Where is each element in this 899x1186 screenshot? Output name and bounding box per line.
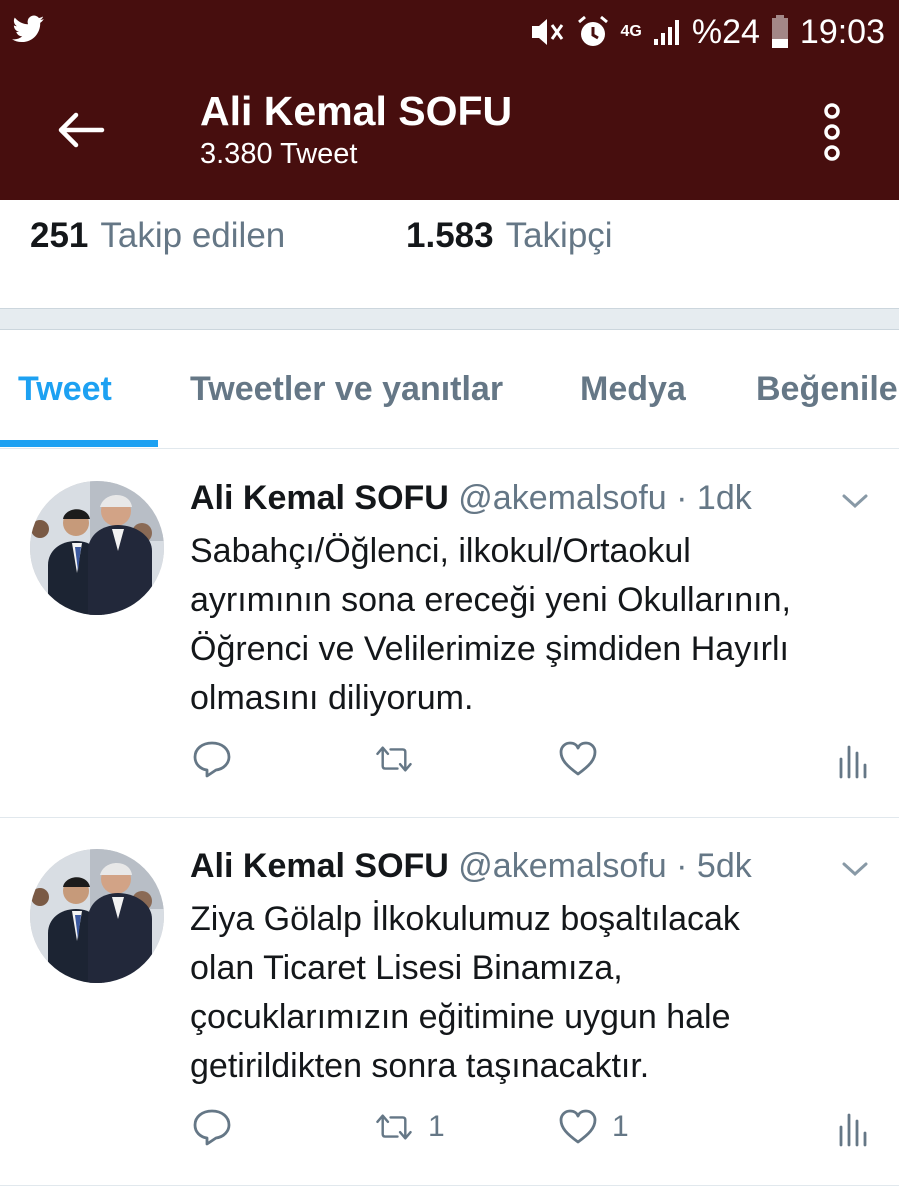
following-link[interactable]: 251 Takip edilen bbox=[30, 216, 285, 256]
battery-icon bbox=[771, 15, 788, 48]
tweet-text: Ziya Gölalp İlkokulumuz boşaltılacak ola… bbox=[190, 895, 870, 1091]
tweet-header: Ali Kemal SOFU @akemalsofu · 5dk bbox=[190, 847, 752, 886]
tweet-header: Ali Kemal SOFU @akemalsofu · 1dk bbox=[190, 479, 752, 518]
tweet-text-line: çocuklarımızın eğitimine uygun hale bbox=[190, 998, 731, 1036]
more-options-icon[interactable] bbox=[817, 102, 847, 162]
tab-tweets-and-replies[interactable]: Tweetler ve yanıtlar bbox=[190, 370, 503, 409]
tweet-text: Sabahçı/Öğlenci, ilkokul/Ortaokul ayrımı… bbox=[190, 527, 870, 723]
tweet-timestamp[interactable]: · 1dk bbox=[676, 479, 752, 517]
tweet-text-line: olmasını diliyorum. bbox=[190, 679, 474, 717]
analytics-button[interactable] bbox=[832, 739, 872, 779]
heart-icon bbox=[559, 1109, 597, 1144]
retweet-button[interactable]: 1 bbox=[374, 1107, 445, 1147]
tweet-author-handle[interactable]: @akemalsofu bbox=[458, 847, 666, 885]
retweet-icon bbox=[376, 746, 412, 772]
analytics-button[interactable] bbox=[832, 1107, 872, 1147]
tweet-author-name[interactable]: Ali Kemal SOFU bbox=[190, 847, 449, 885]
network-type: 4G bbox=[620, 23, 642, 40]
profile-header: Ali Kemal SOFU 3.380 Tweet bbox=[0, 66, 899, 200]
reply-button[interactable] bbox=[192, 739, 232, 779]
status-bar: 4G %24 19:03 bbox=[0, 0, 899, 66]
heart-icon bbox=[559, 741, 597, 776]
tweet-count: 3.380 Tweet bbox=[200, 138, 358, 170]
tweet-text-line: Öğrenci ve Velilerimize şimdiden Hayırlı bbox=[190, 630, 789, 668]
tweet-actions: 1 1 bbox=[0, 1107, 899, 1157]
reply-button[interactable] bbox=[192, 1107, 232, 1147]
tweet-author-handle[interactable]: @akemalsofu bbox=[458, 479, 666, 517]
tweet-actions bbox=[0, 739, 899, 789]
retweet-button[interactable] bbox=[374, 739, 428, 779]
tweet-author-name[interactable]: Ali Kemal SOFU bbox=[190, 479, 449, 517]
tweet-text-line: Ziya Gölalp İlkokulumuz boşaltılacak bbox=[190, 900, 740, 938]
following-label: Takip edilen bbox=[100, 216, 286, 255]
tab-media[interactable]: Medya bbox=[580, 370, 686, 409]
tweet-text-line: olan Ticaret Lisesi Binamıza, bbox=[190, 949, 623, 987]
avatar[interactable] bbox=[30, 481, 164, 615]
like-button[interactable] bbox=[558, 739, 612, 779]
alarm-icon bbox=[577, 15, 608, 46]
mute-icon bbox=[531, 19, 563, 45]
retweet-icon bbox=[376, 1114, 412, 1140]
reply-icon bbox=[193, 1109, 231, 1146]
back-arrow-icon[interactable] bbox=[52, 110, 108, 150]
active-tab-indicator bbox=[0, 440, 158, 447]
tab-tweets[interactable]: Tweet bbox=[18, 370, 112, 409]
tweet-text-line: Sabahçı/Öğlenci, ilkokul/Ortaokul bbox=[190, 532, 691, 570]
following-count: 251 bbox=[30, 216, 89, 255]
profile-tabs: Tweet Tweetler ve yanıtlar Medya Beğenil… bbox=[0, 330, 899, 449]
chevron-down-icon[interactable] bbox=[841, 859, 869, 879]
analytics-icon bbox=[839, 745, 867, 779]
reply-icon bbox=[193, 741, 231, 778]
followers-count: 1.583 bbox=[406, 216, 494, 255]
tab-likes[interactable]: Beğenile bbox=[756, 370, 898, 409]
chevron-down-icon[interactable] bbox=[841, 491, 869, 511]
twitter-bird-icon bbox=[12, 15, 44, 43]
signal-icon bbox=[653, 20, 679, 45]
like-count: 1 bbox=[612, 1110, 629, 1143]
tweet-item[interactable]: Ali Kemal SOFU @akemalsofu · 5dk Ziya Gö… bbox=[0, 817, 899, 1186]
clock-time: 19:03 bbox=[799, 12, 885, 51]
tweet-item[interactable]: Ali Kemal SOFU @akemalsofu · 1dk Sabahçı… bbox=[0, 449, 899, 818]
tweet-text-line: ayrımının sona ereceği yeni Okullarının, bbox=[190, 581, 791, 619]
tweet-text-line: getirildikten sonra taşınacaktır. bbox=[190, 1047, 650, 1085]
tweet-timestamp[interactable]: · 5dk bbox=[676, 847, 752, 885]
followers-link[interactable]: 1.583 Takipçi bbox=[406, 216, 613, 256]
follow-stats: 251 Takip edilen 1.583 Takipçi bbox=[0, 200, 899, 308]
avatar[interactable] bbox=[30, 849, 164, 983]
profile-name: Ali Kemal SOFU bbox=[200, 88, 513, 134]
status-icons: 4G %24 19:03 bbox=[529, 10, 885, 54]
retweet-count: 1 bbox=[428, 1110, 445, 1143]
like-button[interactable]: 1 bbox=[558, 1107, 629, 1147]
battery-percent: %24 bbox=[691, 12, 760, 51]
section-divider bbox=[0, 308, 899, 330]
analytics-icon bbox=[839, 1113, 867, 1147]
avatar-photo-icon bbox=[30, 481, 164, 615]
avatar-photo-icon bbox=[30, 849, 164, 983]
followers-label: Takipçi bbox=[505, 216, 613, 255]
